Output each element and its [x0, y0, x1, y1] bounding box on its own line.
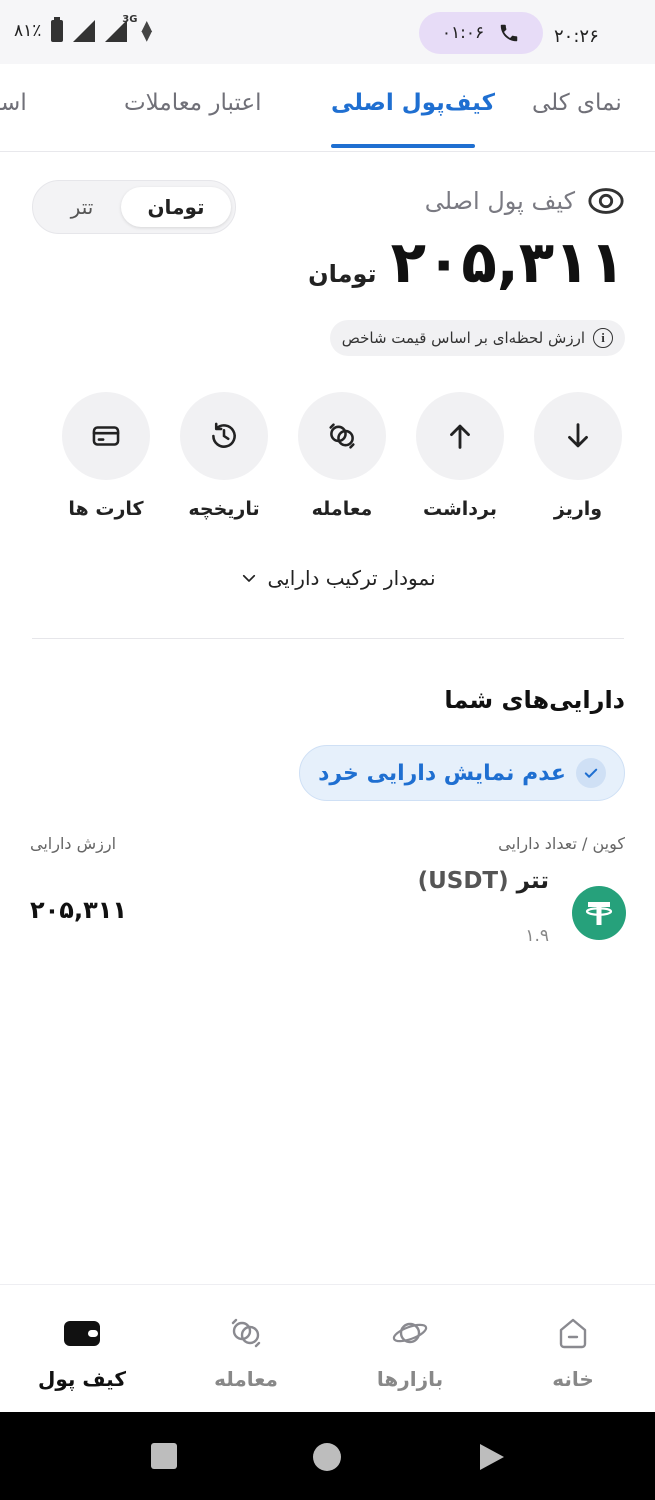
- nav-markets[interactable]: بازارها: [350, 1313, 470, 1391]
- planet-icon: [392, 1322, 428, 1344]
- cards-button[interactable]: کارت ها: [61, 392, 151, 520]
- clock: ۲۰:۲۶: [554, 26, 599, 47]
- coin-quantity: ۱.۹: [525, 926, 549, 946]
- exchange-icon: [329, 423, 355, 449]
- toggle-toman[interactable]: تومان: [121, 187, 231, 227]
- bottom-navigation: خانه بازارها معامله کیف پول: [0, 1284, 655, 1412]
- back-icon[interactable]: [478, 1442, 506, 1472]
- coin-value: ۲۰۵,۳۱۱: [30, 896, 128, 924]
- balance-row: تومان ۲۰۵,۳۱۱: [308, 228, 625, 296]
- status-left: ۸۱٪ 3G ▲ ▼: [14, 14, 153, 44]
- network-type: 3G: [122, 14, 138, 25]
- eye-icon[interactable]: [587, 182, 625, 220]
- withdraw-button[interactable]: برداشت: [415, 392, 505, 520]
- wallet-tabs: نمای کلی کیف‌پول اصلی اعتبار معاملات است…: [0, 64, 655, 152]
- history-icon: [212, 422, 236, 448]
- wallet-title: کیف پول اصلی: [424, 187, 575, 215]
- chevron-down-icon: [242, 574, 255, 582]
- tab-overview[interactable]: نمای کلی: [532, 90, 622, 116]
- arrow-up-icon: [450, 424, 470, 449]
- nav-home[interactable]: خانه: [513, 1313, 633, 1391]
- hide-small-assets-toggle[interactable]: عدم نمایش دارایی خرد: [299, 745, 625, 801]
- data-arrows-icon: ▲ ▼: [141, 18, 153, 44]
- nav-wallet-label: کیف پول: [38, 1367, 126, 1391]
- nav-wallet[interactable]: کیف پول: [22, 1313, 142, 1391]
- currency-toggle: تومان تتر: [32, 180, 236, 234]
- status-bar: ۸۱٪ 3G ▲ ▼ ۰۱:۰۶ ۲۰:۲۶: [0, 0, 655, 64]
- wallet-icon: [64, 1321, 100, 1346]
- toggle-tether[interactable]: تتر: [47, 187, 117, 227]
- home-icon: [559, 1318, 587, 1349]
- balance-unit: تومان: [308, 260, 377, 288]
- composition-label: نمودار ترکیب دارایی: [267, 566, 436, 590]
- battery-percent: ۸۱٪: [14, 21, 42, 41]
- signal-icon: [73, 20, 96, 42]
- tab-staking[interactable]: استیکینگ: [0, 90, 27, 116]
- coin-name-text: تتر: [516, 868, 549, 894]
- history-button[interactable]: تاریخچه: [179, 392, 269, 520]
- system-navigation-bar: [0, 1412, 655, 1500]
- balance-amount: ۲۰۵,۳۱۱: [390, 228, 625, 296]
- divider: [32, 638, 624, 639]
- tab-trade-credit[interactable]: اعتبار معاملات: [124, 90, 262, 116]
- check-icon: [575, 758, 606, 788]
- wallet-title-row: کیف پول اصلی: [425, 182, 625, 220]
- column-coin-header: کوین / تعداد دارایی: [498, 834, 625, 853]
- tab-indicator: [331, 144, 475, 148]
- cards-label: کارت ها: [68, 498, 144, 520]
- deposit-label: واریز: [553, 498, 603, 520]
- call-duration: ۰۱:۰۶: [441, 23, 485, 43]
- price-note-badge: i ارزش لحظه‌ای بر اساس قیمت شاخص: [329, 320, 625, 356]
- column-value-header: ارزش دارایی: [30, 834, 117, 853]
- price-note-text: ارزش لحظه‌ای بر اساس قیمت شاخص: [341, 329, 585, 347]
- assets-title: دارایی‌های شما: [444, 686, 625, 714]
- deposit-button[interactable]: واریز: [533, 392, 623, 520]
- tether-logo-icon: [572, 886, 626, 940]
- arrow-down-icon: [568, 423, 588, 448]
- exchange-icon: [231, 1318, 261, 1348]
- asset-composition-toggle[interactable]: نمودار ترکیب دارایی: [0, 566, 655, 590]
- nav-markets-label: بازارها: [376, 1367, 444, 1391]
- coin-name[interactable]: تتر (USDT): [418, 868, 549, 894]
- ongoing-call-pill[interactable]: ۰۱:۰۶: [419, 12, 543, 54]
- history-label: تاریخچه: [188, 498, 260, 520]
- nav-trade[interactable]: معامله: [186, 1313, 306, 1391]
- nav-home-label: خانه: [552, 1367, 594, 1391]
- tab-main-wallet[interactable]: کیف‌پول اصلی: [331, 90, 495, 116]
- phone-icon: [500, 24, 518, 42]
- recents-icon[interactable]: [150, 1442, 178, 1470]
- info-icon: i: [593, 328, 613, 348]
- hide-small-label: عدم نمایش دارایی خرد: [318, 760, 566, 786]
- card-icon: [92, 426, 120, 446]
- signal-3g-icon: 3G: [105, 14, 137, 42]
- trade-button[interactable]: معامله: [297, 392, 387, 520]
- home-button-icon[interactable]: [312, 1442, 342, 1472]
- coin-symbol: (USDT): [417, 868, 509, 894]
- trade-label: معامله: [311, 498, 373, 520]
- nav-trade-label: معامله: [214, 1367, 278, 1391]
- battery-icon: [51, 17, 64, 42]
- withdraw-label: برداشت: [422, 498, 497, 520]
